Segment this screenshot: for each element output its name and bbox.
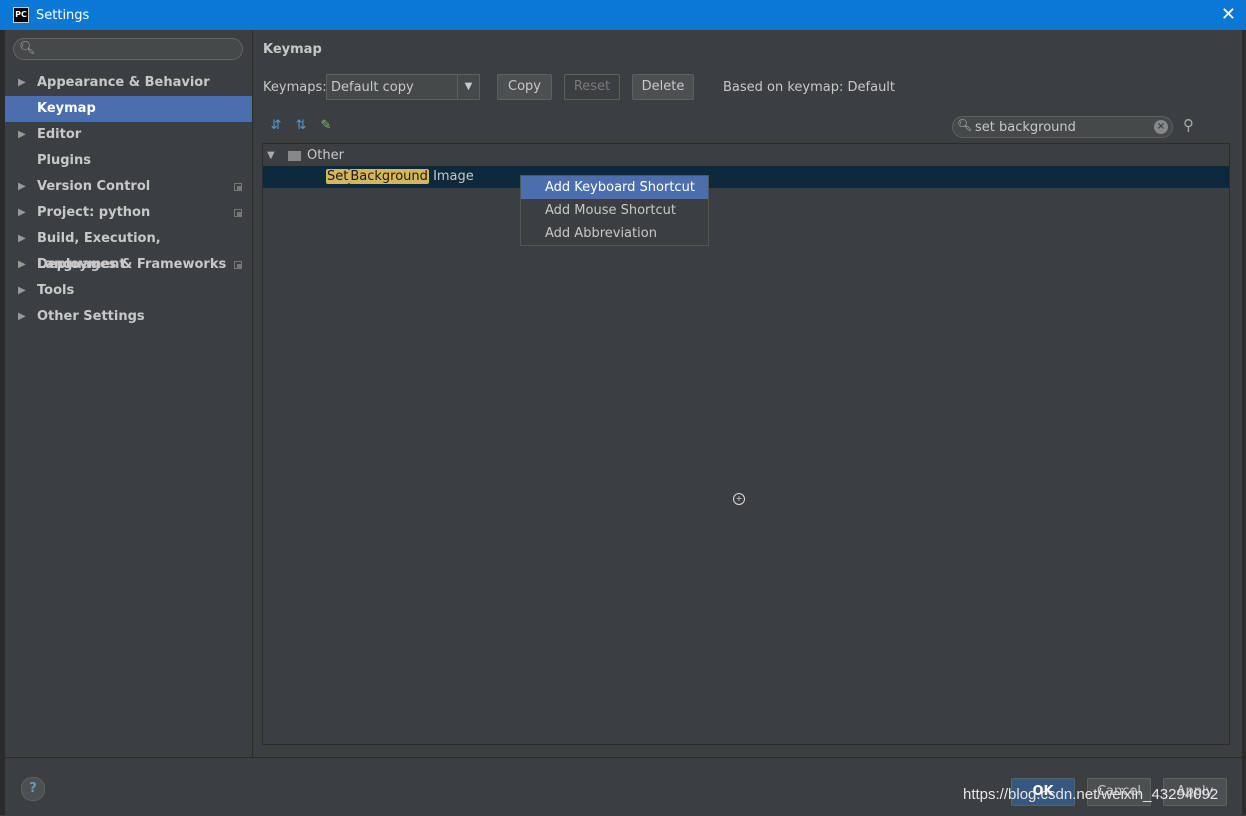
sidebar-search-input[interactable] xyxy=(36,41,240,59)
sidebar-item[interactable]: Keymap xyxy=(5,96,252,122)
close-window-button[interactable]: ✕ xyxy=(1221,4,1236,25)
tree-action-label: Set Background Image xyxy=(326,166,474,188)
sidebar-item[interactable]: ▶ Build, Execution, Deployment xyxy=(5,226,252,272)
edit-pencil-icon[interactable]: ✎ xyxy=(318,118,334,134)
sidebar-item[interactable]: ▶ Appearance & Behavior xyxy=(5,70,252,96)
collapse-all-icon[interactable]: ⇅ xyxy=(293,118,309,134)
sidebar-item[interactable]: ▶ Tools xyxy=(5,278,252,304)
sidebar-item[interactable]: ▶ Other Settings xyxy=(5,304,252,330)
expand-arrow-icon[interactable]: ▶ xyxy=(18,200,26,226)
sidebar-search-box[interactable]: 🔍︎ xyxy=(13,38,243,60)
action-name-rest: Image xyxy=(433,169,474,184)
keymap-panel: Keymap Keymaps: Default copy ▼ Copy Rese… xyxy=(253,30,1242,757)
copy-button[interactable]: Copy xyxy=(497,74,552,100)
keymap-filter-box[interactable]: 🔍︎ set background × xyxy=(952,116,1173,138)
expand-all-icon[interactable]: ⇵ xyxy=(268,118,284,134)
sidebar-item-label: Tools xyxy=(37,283,75,298)
sidebar-item-label: Version Control xyxy=(37,179,151,194)
sidebar-item[interactable]: ▶ Project: python xyxy=(5,200,252,226)
folder-icon xyxy=(288,151,301,161)
clear-filter-icon[interactable]: × xyxy=(1154,120,1168,134)
find-by-shortcut-icon[interactable]: ⚲ xyxy=(1183,116,1194,134)
page-title: Keymap xyxy=(263,42,322,57)
expand-arrow-icon[interactable]: ▶ xyxy=(18,304,26,330)
reset-button[interactable]: Reset xyxy=(564,74,620,100)
sidebar-item-label: Appearance & Behavior xyxy=(37,75,210,90)
keymaps-label: Keymaps: xyxy=(263,80,327,95)
context-menu-item[interactable]: Add Keyboard Shortcut xyxy=(521,176,708,199)
keymap-select-value: Default copy xyxy=(331,80,414,95)
settings-nav-list: ▶ Appearance & Behavior Keymap ▶ Editor Plugi… xyxy=(5,70,252,330)
context-menu: Add Keyboard Shortcut Add Mouse Shortcut A… xyxy=(520,175,709,246)
based-on-keymap-label: Based on keymap: Default xyxy=(723,80,896,95)
settings-sidebar: 🔍︎ ▶ Appearance & Behavior Keymap ▶ Editor Pl… xyxy=(5,30,253,757)
expand-arrow-icon[interactable]: ▶ xyxy=(18,122,26,148)
keymap-filter-input[interactable]: set background xyxy=(975,120,1076,135)
window-title: Settings xyxy=(36,7,90,23)
sidebar-item-label: Editor xyxy=(37,127,82,142)
expand-arrow-icon[interactable]: ▶ xyxy=(18,252,26,278)
search-highlight: Background xyxy=(349,169,429,184)
keymap-select[interactable]: Default copy ▼ xyxy=(326,74,480,100)
sidebar-item-label: Other Settings xyxy=(37,309,145,324)
keymap-actions-tree: ▼ Other Set Background Image xyxy=(262,143,1230,745)
mouse-cursor-icon: + xyxy=(733,493,745,505)
sidebar-item-label: Keymap xyxy=(37,101,96,116)
expand-arrow-icon[interactable]: ▶ xyxy=(18,174,26,200)
expanded-arrow-icon[interactable]: ▼ xyxy=(267,146,275,166)
search-icon[interactable]: 🔍︎ xyxy=(957,118,972,132)
sidebar-item[interactable]: ▶ Languages & Frameworks xyxy=(5,252,252,278)
help-button[interactable]: ? xyxy=(21,777,45,801)
expand-arrow-icon[interactable]: ▶ xyxy=(18,278,26,304)
sidebar-item-label: Plugins xyxy=(37,153,91,168)
tree-group-label: Other xyxy=(307,148,344,163)
context-menu-item[interactable]: Add Mouse Shortcut xyxy=(521,199,708,222)
sidebar-item[interactable]: Plugins xyxy=(5,148,252,174)
chevron-down-icon[interactable]: ▼ xyxy=(457,75,479,99)
expand-arrow-icon[interactable]: ▶ xyxy=(18,226,26,252)
window-titlebar: PC Settings ✕ xyxy=(0,0,1246,30)
project-scope-icon xyxy=(234,261,242,269)
project-scope-icon xyxy=(234,183,242,191)
tree-group-row[interactable]: ▼ Other xyxy=(263,146,1229,166)
pycharm-app-icon: PC xyxy=(13,7,29,23)
sidebar-item-label: Project: python xyxy=(37,205,151,220)
search-highlight: Set xyxy=(326,169,350,184)
project-scope-icon xyxy=(234,209,242,217)
search-icon: 🔍︎ xyxy=(19,41,36,56)
sidebar-item[interactable]: ▶ Version Control xyxy=(5,174,252,200)
window-border-right xyxy=(1242,30,1246,815)
context-menu-item[interactable]: Add Abbreviation xyxy=(521,222,708,245)
expand-arrow-icon[interactable]: ▶ xyxy=(18,70,26,96)
sidebar-item-label: Languages & Frameworks xyxy=(37,257,227,272)
watermark-url: https://blog.csdn.net/weixin_43294092 xyxy=(963,786,1219,803)
delete-button[interactable]: Delete xyxy=(632,74,694,100)
tree-action-row[interactable]: Set Background Image xyxy=(263,166,1229,188)
sidebar-item[interactable]: ▶ Editor xyxy=(5,122,252,148)
